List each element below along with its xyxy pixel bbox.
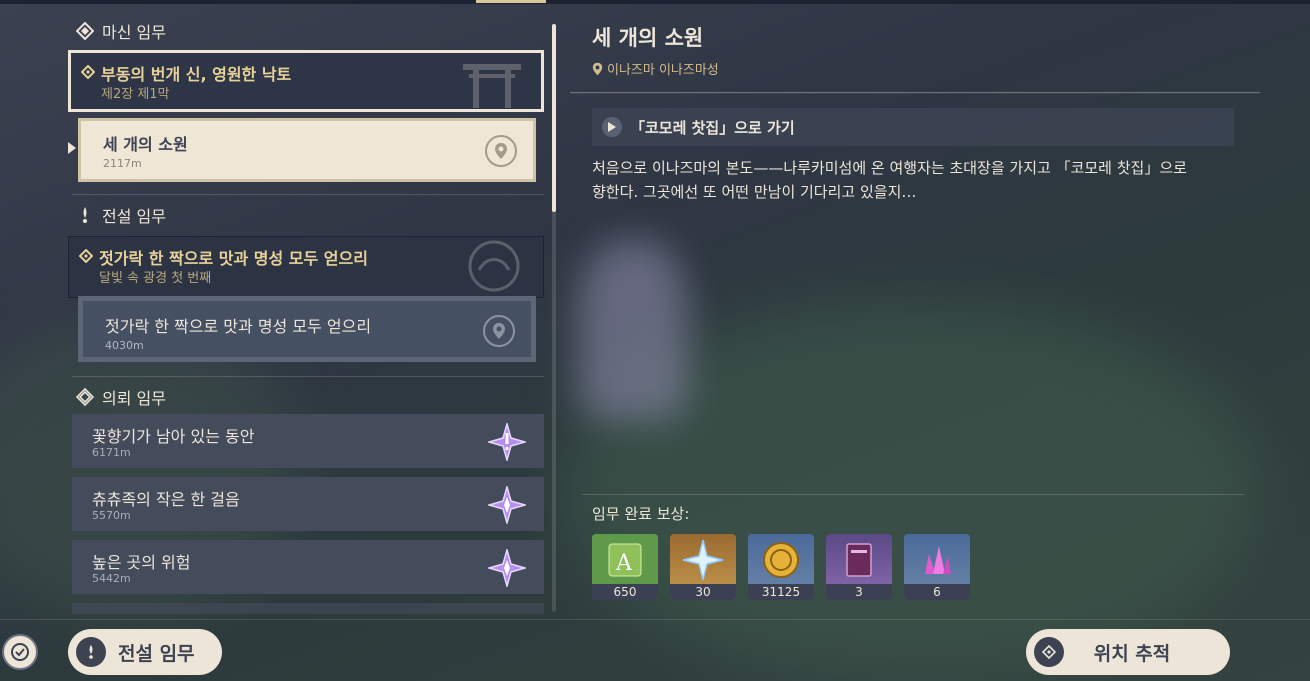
- reward-divider: [582, 494, 1244, 495]
- detail-location: 이나즈마 이나즈마성: [592, 59, 719, 78]
- step-title: 세 개의 소원: [103, 135, 188, 154]
- section-title: 전설 임무: [102, 207, 166, 226]
- reward-item[interactable]: 31125: [748, 534, 814, 600]
- legend-quest-button[interactable]: 전설 임무: [68, 629, 222, 675]
- quest-subtitle: 달빛 속 광경 첫 번째: [99, 271, 212, 286]
- ornament-divider: [570, 92, 1260, 94]
- detail-title: 세 개의 소원: [592, 26, 704, 50]
- section-divider: [72, 194, 544, 195]
- section-archon: 마신 임무: [76, 18, 166, 44]
- reward-list: A 650 30 31125 3 6: [592, 534, 970, 600]
- quest-subtitle: 제2장 제1막: [101, 87, 170, 102]
- play-icon: [602, 117, 622, 137]
- reward-count: 6: [904, 584, 970, 600]
- torii-emblem-icon: [463, 64, 521, 108]
- quest-archon[interactable]: 부동의 번개 신, 영원한 낙토 제2장 제1막: [68, 50, 544, 112]
- commission-star-icon: [488, 549, 526, 587]
- step-distance: 4030m: [105, 339, 144, 352]
- commission-item[interactable]: 츄츄족의 작은 한 걸음 5570m: [72, 477, 544, 531]
- top-bar: [0, 0, 1310, 4]
- selection-arrow-icon: [68, 142, 76, 154]
- track-location-button[interactable]: 위치 추적: [1026, 629, 1230, 675]
- location-pin-icon: [592, 62, 603, 75]
- commission-star-icon: [488, 486, 526, 524]
- track-diamond-icon: [1034, 637, 1064, 667]
- section-divider: [72, 376, 544, 377]
- scrollbar-thumb[interactable]: [552, 24, 556, 212]
- button-label: 위치 추적: [1093, 642, 1171, 665]
- rewards-title: 임무 완료 보상:: [592, 505, 690, 523]
- mora-icon: [748, 534, 814, 586]
- blurred-character: [578, 240, 688, 420]
- reward-item[interactable]: 30: [670, 534, 736, 600]
- adventure-exp-icon: A: [592, 534, 658, 586]
- reward-item[interactable]: 3: [826, 534, 892, 600]
- commission-title: 꽃향기가 남아 있는 동안: [92, 427, 255, 446]
- commission-quest-icon: [76, 388, 94, 406]
- commission-distance: 5570m: [92, 509, 131, 522]
- quest-legend[interactable]: 젓가락 한 짝으로 맛과 명성 모두 얻으리 달빛 속 광경 첫 번째: [68, 236, 544, 298]
- commission-exclaim-icon: [488, 423, 526, 461]
- commission-item-partial[interactable]: [72, 603, 544, 614]
- svg-text:A: A: [615, 551, 633, 576]
- mystic-ore-crystal-icon: [904, 534, 970, 586]
- commission-item[interactable]: 높은 곳의 위험 5442m: [72, 540, 544, 594]
- checklist-icon: [11, 643, 29, 661]
- reward-count: 30: [670, 584, 736, 600]
- quest-list[interactable]: 마신 임무 부동의 번개 신, 영원한 낙토 제2장 제1막 세 개의 소원 2…: [68, 14, 548, 614]
- archon-quest-icon: [76, 22, 94, 40]
- bottom-divider: [0, 619, 1310, 620]
- character-emblem-icon: [468, 240, 520, 292]
- commission-item[interactable]: 꽃향기가 남아 있는 동안 6171m: [72, 414, 544, 468]
- location-text: 이나즈마 이나즈마성: [607, 63, 719, 78]
- section-commission: 의뢰 임무: [76, 384, 166, 410]
- reward-item[interactable]: A 650: [592, 534, 658, 600]
- quest-step-selected[interactable]: 세 개의 소원 2117m: [78, 118, 536, 182]
- legend-quest-icon: [76, 637, 106, 667]
- location-pin-icon[interactable]: [485, 135, 517, 167]
- commission-title: 높은 곳의 위험: [92, 553, 191, 572]
- section-title: 의뢰 임무: [102, 389, 166, 408]
- reward-count: 31125: [748, 584, 814, 600]
- reward-count: 3: [826, 584, 892, 600]
- commission-distance: 5442m: [92, 572, 131, 585]
- quest-description: 처음으로 이나즈마의 본도——나루카미섬에 온 여행자는 초대장을 가지고 「코…: [592, 159, 1187, 201]
- reward-item[interactable]: 6: [904, 534, 970, 600]
- primogem-icon: [670, 534, 736, 586]
- quest-step[interactable]: 젓가락 한 짝으로 맛과 명성 모두 얻으리 4030m: [78, 296, 536, 362]
- button-label: 전설 임무: [118, 642, 195, 665]
- legend-quest-icon: [76, 206, 94, 224]
- step-distance: 2117m: [103, 157, 142, 170]
- quest-diamond-icon: [78, 248, 94, 267]
- section-title: 마신 임무: [102, 23, 166, 42]
- heros-wit-book-icon: [826, 534, 892, 586]
- objective-text: 「코모레 찻집」으로 가기: [630, 118, 795, 137]
- commission-distance: 6171m: [92, 446, 131, 459]
- objective-bar: 「코모레 찻집」으로 가기: [592, 108, 1234, 146]
- step-title: 젓가락 한 짝으로 맛과 명성 모두 얻으리: [105, 317, 372, 336]
- section-legend: 전설 임무: [76, 202, 166, 228]
- commission-title: 츄츄족의 작은 한 걸음: [92, 490, 240, 509]
- top-bar-accent: [476, 0, 546, 3]
- quest-settings-button[interactable]: [2, 634, 38, 670]
- quest-diamond-icon: [80, 64, 96, 83]
- reward-count: 650: [592, 584, 658, 600]
- quest-title: 젓가락 한 짝으로 맛과 명성 모두 얻으리: [99, 249, 368, 268]
- quest-title: 부동의 번개 신, 영원한 낙토: [101, 65, 292, 84]
- location-pin-icon[interactable]: [483, 315, 515, 347]
